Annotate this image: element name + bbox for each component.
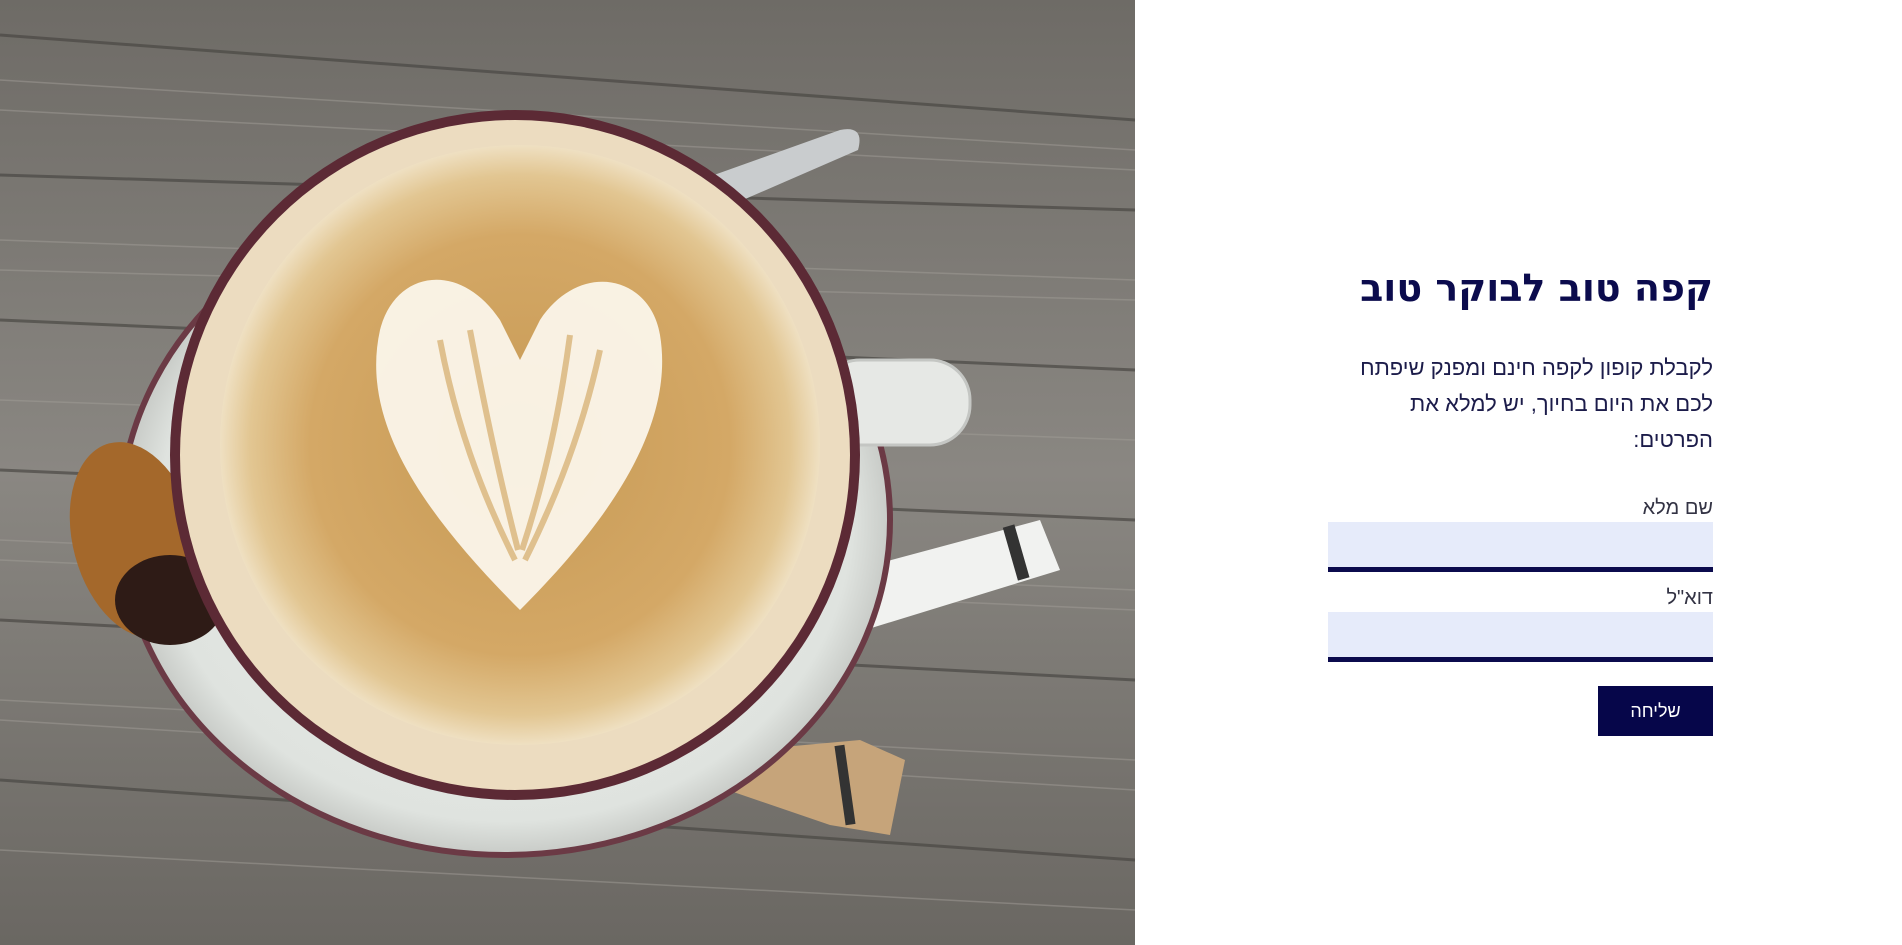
form-panel: קפה טוב לבוקר טוב לקבלת קופון לקפה חינם … bbox=[1135, 0, 1902, 945]
coffee-photo bbox=[0, 0, 1135, 945]
page: קפה טוב לבוקר טוב לקבלת קופון לקפה חינם … bbox=[0, 0, 1902, 945]
email-label: דוא"ל bbox=[1666, 587, 1713, 609]
submit-button[interactable]: שליחה bbox=[1598, 686, 1713, 736]
coupon-form: קפה טוב לבוקר טוב לקבלת קופון לקפה חינם … bbox=[1328, 258, 1713, 736]
intro-line-1: לקבלת קופון לקפה חינם ומפנק שיפתח bbox=[1360, 355, 1713, 380]
submit-row: שליחה bbox=[1328, 686, 1713, 736]
form-title: קפה טוב לבוקר טוב bbox=[1360, 266, 1713, 310]
full-name-label: שם מלא bbox=[1642, 497, 1713, 519]
intro-line-2: לכם את היום בחיוך, יש למלא את הפרטים: bbox=[1410, 391, 1713, 452]
form-intro: לקבלת קופון לקפה חינם ומפנק שיפתח לכם את… bbox=[1328, 350, 1713, 458]
email-input[interactable] bbox=[1328, 612, 1713, 662]
full-name-input[interactable] bbox=[1328, 522, 1713, 572]
